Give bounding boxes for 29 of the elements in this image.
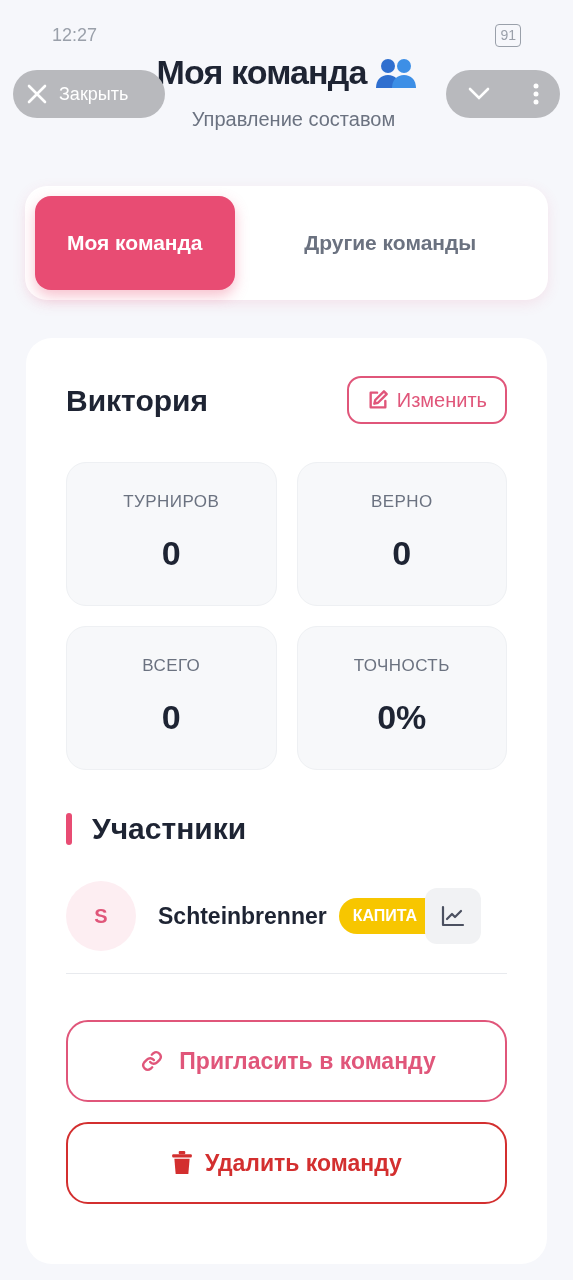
stat-value: 0 xyxy=(161,533,181,575)
edit-icon xyxy=(366,389,389,411)
stat-value: 0% xyxy=(377,697,427,739)
people-icon xyxy=(374,56,417,89)
member-name: Schteinbrenner xyxy=(158,901,327,931)
stat-value: 0 xyxy=(392,533,412,575)
stat-label: ТОЧНОСТЬ xyxy=(353,654,450,677)
stat-label: ВСЕГО xyxy=(142,654,201,677)
tab[interactable]: Моя команда xyxy=(35,196,235,290)
more-icon[interactable] xyxy=(532,83,539,105)
stats-button[interactable] xyxy=(425,888,482,944)
trash-icon xyxy=(171,1151,194,1175)
chevron-down-icon[interactable] xyxy=(467,87,490,101)
status-time: 12:27 xyxy=(52,24,98,47)
stat-value: 0 xyxy=(161,697,181,739)
team-name: Виктория xyxy=(66,382,209,419)
chart-icon xyxy=(441,905,466,927)
delete-team-button[interactable]: Удалить команду xyxy=(66,1122,507,1204)
tab[interactable]: Другие команды xyxy=(242,196,538,290)
stat-label: ТУРНИРОВ xyxy=(123,490,220,513)
page-subtitle: Управление составом xyxy=(191,107,396,132)
accent-bar xyxy=(66,812,72,845)
close-icon xyxy=(27,84,47,104)
stat-label: ВЕРНО xyxy=(370,490,433,513)
battery-level: 91 xyxy=(495,24,521,47)
edit-button[interactable]: Изменить xyxy=(346,376,507,424)
avatar: S xyxy=(66,881,136,951)
invite-button[interactable]: Пригласить в команду xyxy=(66,1020,507,1102)
section-title: Участники xyxy=(92,811,247,847)
